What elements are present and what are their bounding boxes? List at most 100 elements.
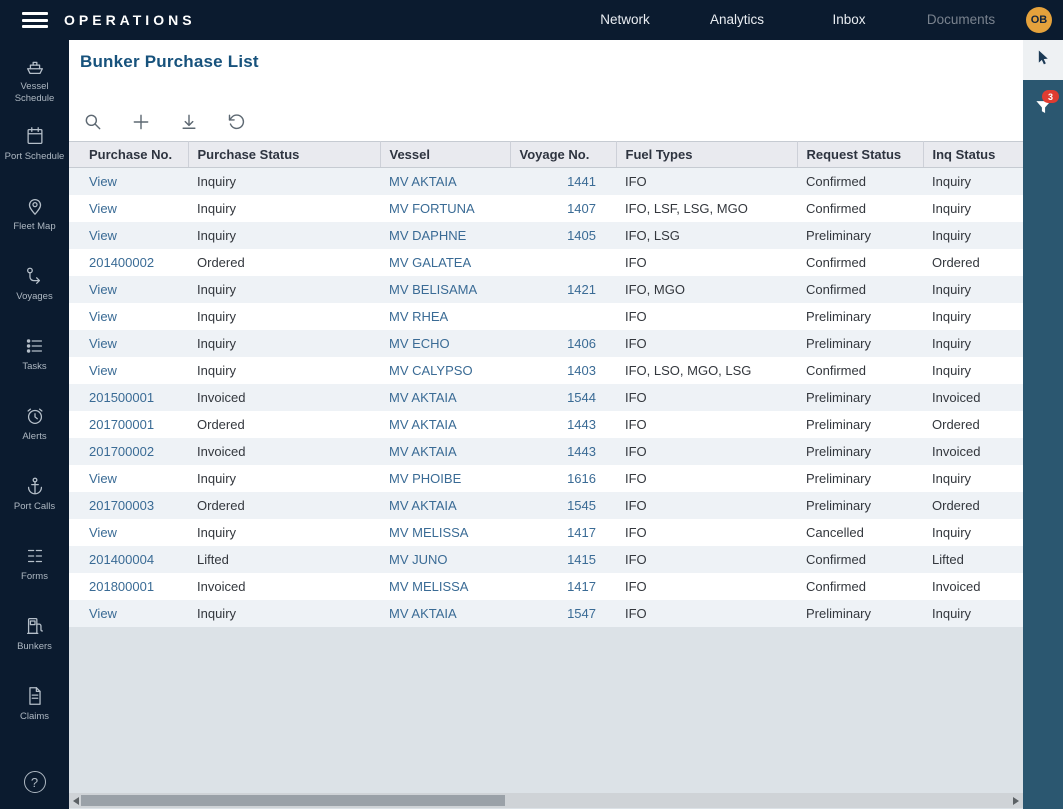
nav-documents[interactable]: Documents bbox=[905, 0, 1017, 40]
help-icon[interactable]: ? bbox=[24, 771, 46, 793]
hamburger-menu-icon[interactable] bbox=[22, 12, 48, 28]
table-row[interactable]: ViewInquiryMV RHEAIFOPreliminaryInquiry bbox=[69, 303, 1023, 330]
avatar[interactable]: OB bbox=[1026, 7, 1052, 33]
table-row[interactable]: ViewInquiryMV ECHO1406IFOPreliminaryInqu… bbox=[69, 330, 1023, 357]
vessel-link[interactable]: MV AKTAIA bbox=[389, 390, 457, 405]
vessel-link[interactable]: MV FORTUNA bbox=[389, 201, 475, 216]
sidebar-item-alerts[interactable]: Alerts bbox=[0, 404, 69, 474]
purchase-link[interactable]: View bbox=[89, 363, 117, 378]
purchase-link[interactable]: 201700001 bbox=[89, 417, 154, 432]
sidebar-item-claims[interactable]: Claims bbox=[0, 684, 69, 754]
table-row[interactable]: ViewInquiryMV MELISSA1417IFOCancelledInq… bbox=[69, 519, 1023, 546]
voyage-link[interactable]: 1403 bbox=[567, 363, 596, 378]
horizontal-scrollbar[interactable] bbox=[69, 793, 1023, 808]
sidebar-item-vessel-schedule[interactable]: Vessel Schedule bbox=[0, 54, 69, 124]
filter-button[interactable]: 3 bbox=[1023, 92, 1063, 128]
table-row[interactable]: ViewInquiryMV CALYPSO1403IFO, LSO, MGO, … bbox=[69, 357, 1023, 384]
nav-analytics[interactable]: Analytics bbox=[681, 0, 793, 40]
voyage-link[interactable]: 1441 bbox=[567, 174, 596, 189]
column-header-0[interactable]: Purchase No. bbox=[69, 142, 188, 168]
sidebar-item-forms[interactable]: Forms bbox=[0, 544, 69, 614]
vessel-link[interactable]: MV AKTAIA bbox=[389, 417, 457, 432]
sidebar-item-bunkers[interactable]: Bunkers bbox=[0, 614, 69, 684]
reset-button[interactable] bbox=[226, 112, 248, 134]
purchase-link[interactable]: 201400002 bbox=[89, 255, 154, 270]
vessel-link[interactable]: MV JUNO bbox=[389, 552, 448, 567]
column-header-1[interactable]: Purchase Status bbox=[188, 142, 380, 168]
voyage-link[interactable]: 1443 bbox=[567, 444, 596, 459]
purchase-link[interactable]: 201500001 bbox=[89, 390, 154, 405]
scroll-right-arrow[interactable] bbox=[1013, 797, 1019, 805]
vessel-link[interactable]: MV AKTAIA bbox=[389, 498, 457, 513]
voyage-link[interactable]: 1616 bbox=[567, 471, 596, 486]
sidebar-item-port-calls[interactable]: Port Calls bbox=[0, 474, 69, 544]
purchase-link[interactable]: View bbox=[89, 174, 117, 189]
purchase-link[interactable]: View bbox=[89, 336, 117, 351]
voyage-link[interactable]: 1545 bbox=[567, 498, 596, 513]
sidebar-item-port-schedule[interactable]: Port Schedule bbox=[0, 124, 69, 194]
voyage-link[interactable]: 1417 bbox=[567, 525, 596, 540]
purchase-link[interactable]: View bbox=[89, 525, 117, 540]
vessel-link[interactable]: MV PHOIBE bbox=[389, 471, 461, 486]
column-header-6[interactable]: Inq Status bbox=[923, 142, 1023, 168]
nav-inbox[interactable]: Inbox bbox=[793, 0, 905, 40]
vessel-link[interactable]: MV BELISAMA bbox=[389, 282, 477, 297]
purchase-link[interactable]: View bbox=[89, 228, 117, 243]
vessel-link[interactable]: MV GALATEA bbox=[389, 255, 471, 270]
voyage-link[interactable]: 1406 bbox=[567, 336, 596, 351]
purchase-link[interactable]: View bbox=[89, 309, 117, 324]
table-row[interactable]: ViewInquiryMV AKTAIA1547IFOPreliminaryIn… bbox=[69, 600, 1023, 627]
vessel-link[interactable]: MV AKTAIA bbox=[389, 174, 457, 189]
purchase-link[interactable]: 201400004 bbox=[89, 552, 154, 567]
voyage-link[interactable]: 1407 bbox=[567, 201, 596, 216]
voyage-link[interactable]: 1415 bbox=[567, 552, 596, 567]
vessel-link[interactable]: MV AKTAIA bbox=[389, 606, 457, 621]
table-row[interactable]: ViewInquiryMV AKTAIA1441IFOConfirmedInqu… bbox=[69, 168, 1023, 196]
purchase-link[interactable]: View bbox=[89, 471, 117, 486]
voyage-link[interactable]: 1547 bbox=[567, 606, 596, 621]
purchase-link[interactable]: 201700003 bbox=[89, 498, 154, 513]
table-row[interactable]: ViewInquiryMV BELISAMA1421IFO, MGOConfir… bbox=[69, 276, 1023, 303]
purchase-link[interactable]: View bbox=[89, 201, 117, 216]
table-row[interactable]: ViewInquiryMV FORTUNA1407IFO, LSF, LSG, … bbox=[69, 195, 1023, 222]
scrollbar-thumb[interactable] bbox=[81, 795, 505, 806]
nav-network[interactable]: Network bbox=[569, 0, 681, 40]
purchase-link[interactable]: View bbox=[89, 606, 117, 621]
voyage-link[interactable]: 1417 bbox=[567, 579, 596, 594]
table-row[interactable]: 201800001InvoicedMV MELISSA1417IFOConfir… bbox=[69, 573, 1023, 600]
table-row[interactable]: 201400004LiftedMV JUNO1415IFOConfirmedLi… bbox=[69, 546, 1023, 573]
purchase-link[interactable]: 201800001 bbox=[89, 579, 154, 594]
add-button[interactable] bbox=[130, 112, 152, 134]
column-header-5[interactable]: Request Status bbox=[797, 142, 923, 168]
pointer-tool-button[interactable] bbox=[1023, 40, 1063, 80]
sidebar-item-voyages[interactable]: Voyages bbox=[0, 264, 69, 334]
table-row[interactable]: 201700001OrderedMV AKTAIA1443IFOPrelimin… bbox=[69, 411, 1023, 438]
purchase-link[interactable]: View bbox=[89, 282, 117, 297]
vessel-link[interactable]: MV MELISSA bbox=[389, 525, 468, 540]
table-row[interactable]: ViewInquiryMV PHOIBE1616IFOPreliminaryIn… bbox=[69, 465, 1023, 492]
table-row[interactable]: ViewInquiryMV DAPHNE1405IFO, LSGPrelimin… bbox=[69, 222, 1023, 249]
vessel-link[interactable]: MV MELISSA bbox=[389, 579, 468, 594]
search-button[interactable] bbox=[82, 112, 104, 134]
table-row[interactable]: 201700003OrderedMV AKTAIA1545IFOPrelimin… bbox=[69, 492, 1023, 519]
table-row[interactable]: 201400002OrderedMV GALATEAIFOConfirmedOr… bbox=[69, 249, 1023, 276]
vessel-link[interactable]: MV RHEA bbox=[389, 309, 448, 324]
download-button[interactable] bbox=[178, 112, 200, 134]
vessel-link[interactable]: MV AKTAIA bbox=[389, 444, 457, 459]
sidebar-item-fleet-map[interactable]: Fleet Map bbox=[0, 194, 69, 264]
voyage-link[interactable]: 1443 bbox=[567, 417, 596, 432]
purchase-link[interactable]: 201700002 bbox=[89, 444, 154, 459]
column-header-2[interactable]: Vessel bbox=[380, 142, 510, 168]
vessel-link[interactable]: MV ECHO bbox=[389, 336, 450, 351]
column-header-4[interactable]: Fuel Types bbox=[616, 142, 797, 168]
scroll-left-arrow[interactable] bbox=[73, 797, 79, 805]
column-header-3[interactable]: Voyage No. bbox=[510, 142, 616, 168]
voyage-link[interactable]: 1544 bbox=[567, 390, 596, 405]
table-row[interactable]: 201700002InvoicedMV AKTAIA1443IFOPrelimi… bbox=[69, 438, 1023, 465]
voyage-link[interactable]: 1421 bbox=[567, 282, 596, 297]
table-row[interactable]: 201500001InvoicedMV AKTAIA1544IFOPrelimi… bbox=[69, 384, 1023, 411]
vessel-link[interactable]: MV DAPHNE bbox=[389, 228, 466, 243]
sidebar-item-tasks[interactable]: Tasks bbox=[0, 334, 69, 404]
vessel-link[interactable]: MV CALYPSO bbox=[389, 363, 473, 378]
voyage-link[interactable]: 1405 bbox=[567, 228, 596, 243]
